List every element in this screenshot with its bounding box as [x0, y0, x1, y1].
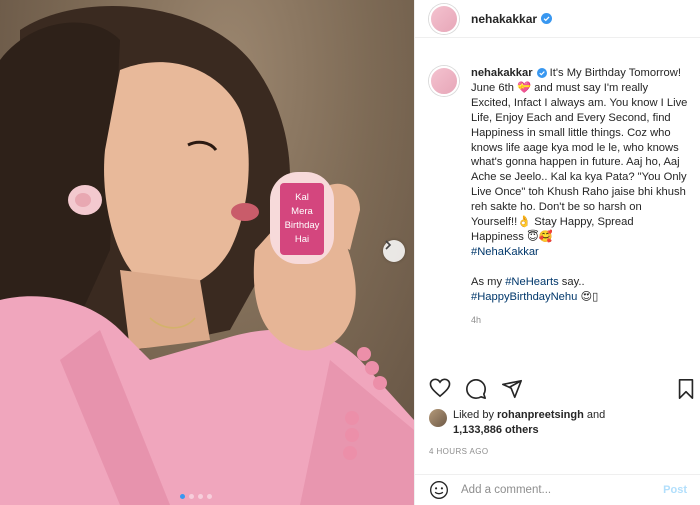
- bookmark-icon[interactable]: [677, 378, 695, 400]
- author-username[interactable]: nehakakkar: [471, 12, 537, 26]
- carousel-dots: [180, 494, 212, 499]
- heart-emoji: 💝: [517, 81, 531, 94]
- verified-badge-icon: [536, 68, 547, 79]
- caption-time[interactable]: 4h: [471, 313, 689, 328]
- post-header: nehakakkar: [415, 0, 700, 38]
- comment-icon[interactable]: [465, 378, 487, 400]
- likes-middle: and: [583, 409, 606, 421]
- case-label-line-2: Mera: [291, 206, 313, 217]
- smile-emojis: 😇🥰: [526, 230, 553, 243]
- carousel-next-button[interactable]: [383, 240, 405, 262]
- carousel-dot: [207, 494, 212, 499]
- post-photo[interactable]: Kal Mera Birthday Hai: [0, 0, 414, 505]
- caption-part-5: say..: [558, 275, 585, 288]
- likes-prefix: Liked by: [453, 409, 498, 421]
- emoji-icon[interactable]: [429, 480, 449, 500]
- case-label-line-4: Hai: [294, 234, 310, 245]
- caption-text: nehakakkar It's My Birthday Tomorrow! Ju…: [471, 66, 689, 327]
- post-comment-button[interactable]: Post: [663, 484, 687, 496]
- carousel-dot: [189, 494, 194, 499]
- comment-input[interactable]: [461, 484, 664, 496]
- caption-avatar[interactable]: [429, 66, 459, 96]
- carousel-dot: [180, 494, 185, 499]
- likes-text: Liked by rohanpreetsingh and 1,133,886 o…: [453, 408, 605, 438]
- likes-count[interactable]: 1,133,886 others: [453, 424, 539, 436]
- ok-hand-emoji: 👌: [517, 216, 532, 229]
- case-label: Kal Mera Birthday Hai: [280, 183, 324, 255]
- author-avatar[interactable]: [429, 3, 459, 34]
- heart-eyes-emoji: 😍▯: [580, 290, 599, 303]
- verified-badge-icon: [541, 13, 553, 24]
- share-icon[interactable]: [501, 378, 523, 400]
- post-side-panel: nehakakkar nehakakkar It's My Birthday T…: [414, 0, 700, 505]
- carousel-dot: [198, 494, 203, 499]
- photo-illustration: [0, 6, 414, 505]
- liker-avatar[interactable]: [429, 409, 447, 427]
- caption-block: nehakakkar It's My Birthday Tomorrow! Ju…: [429, 66, 691, 327]
- hashtag-happybirthdaynehu[interactable]: #HappyBirthdayNehu: [471, 291, 577, 303]
- chevron-right-icon: [385, 240, 392, 250]
- hashtag-nehakakkar[interactable]: #NehaKakkar: [471, 246, 539, 258]
- caption-part-2: and must say I'm really Excited, Infact …: [471, 81, 688, 229]
- liker-username[interactable]: rohanpreetsingh: [497, 409, 584, 421]
- likes-summary: Liked by rohanpreetsingh and 1,133,886 o…: [429, 408, 605, 438]
- heart-icon[interactable]: [429, 378, 451, 398]
- hashtag-nehearts[interactable]: #NeHearts: [505, 276, 558, 288]
- post-actions: [429, 378, 694, 402]
- comment-bar: Post: [415, 474, 700, 505]
- caption-username[interactable]: nehakakkar: [471, 67, 533, 79]
- case-label-line-1: Kal: [295, 192, 309, 203]
- caption-part-4: As my: [471, 275, 506, 288]
- post-timestamp[interactable]: 4 HOURS AGO: [429, 447, 489, 456]
- case-label-line-3: Birthday: [284, 220, 320, 231]
